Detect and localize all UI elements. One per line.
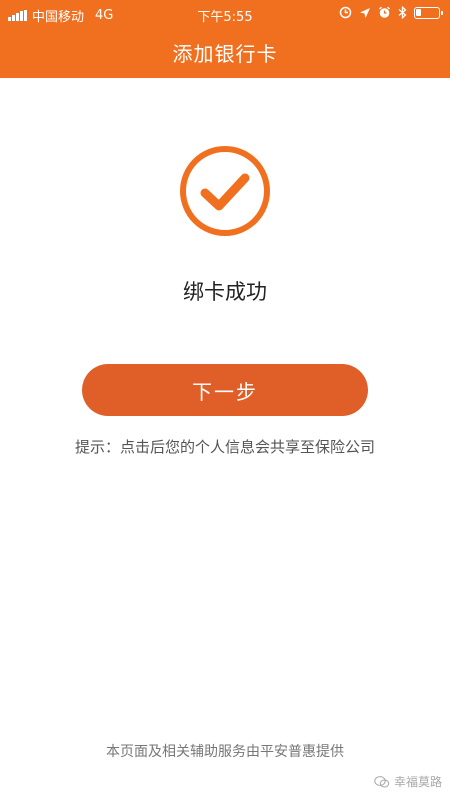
wechat-icon (374, 775, 390, 787)
status-right (339, 6, 443, 19)
check-circle-icon (180, 146, 270, 236)
provider-note: 本页面及相关辅助服务由平安普惠提供 (106, 744, 344, 760)
clock-icon (379, 6, 390, 18)
watermark: 幸福莫路 (374, 773, 442, 790)
watermark-text: 幸福莫路 (393, 775, 442, 789)
next-button[interactable]: 下一步 (82, 364, 368, 416)
alarm-icon (339, 6, 352, 19)
hint-text: 提示：点击后您的个人信息会共享至保险公司 (74, 438, 375, 456)
status-bar: 中国移动 4G 下午5:55 (0, 0, 450, 28)
battery-icon (414, 6, 443, 19)
success-message: 绑卡成功 (183, 280, 267, 304)
app-header: 中国移动 4G 下午5:55 添加银行卡 (0, 0, 450, 78)
page-title: 添加银行卡 (172, 42, 278, 66)
screen: 中国移动 4G 下午5:55 添加银行卡 绑卡成功 下一步 提示：点击后您的个人… (0, 0, 450, 798)
location-icon (360, 7, 370, 18)
bluetooth-icon (398, 6, 407, 19)
